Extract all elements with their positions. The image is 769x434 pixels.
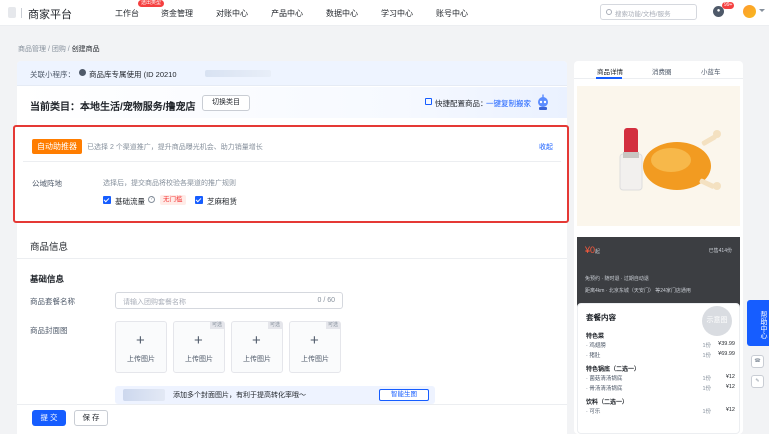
- auto-boost-tag: 自动助推器: [32, 139, 82, 154]
- tab-product-detail[interactable]: 商品详情: [597, 66, 623, 76]
- main-form: 关联小程序： 商品库专属使用 (ID 20210 当前类目：本地生活/宠物服务/…: [17, 61, 567, 434]
- package-group-title: 饮料（二选一）: [586, 400, 629, 406]
- divider: [23, 161, 561, 162]
- package-item: · 鸡翅膀 1份 ¥39.99: [586, 341, 735, 349]
- sesame-rental-label[interactable]: 芝麻租赁: [207, 196, 237, 207]
- sesame-rental-checkbox[interactable]: [195, 196, 203, 204]
- preview-store-info: 距离4km · 北京东城（天安门） 等24家门店通用: [585, 288, 691, 294]
- mobile-preview: 商品详情 消费圈 小蓝车 ¥0起 已售414份 免预约 · 随时退 · 过期自动…: [574, 61, 743, 434]
- mini-program-row: 关联小程序： 商品库专属使用 (ID 20210: [17, 61, 567, 86]
- basic-traffic-checkbox[interactable]: [103, 196, 111, 204]
- auto-boost-desc: 已选择 2 个渠道推广，提升商品曝光机会、助力销量增长: [87, 144, 263, 151]
- tab-blue-cart[interactable]: 小蓝车: [701, 66, 721, 76]
- preview-hero-image: [577, 86, 740, 226]
- preview-price: ¥0起: [585, 245, 601, 255]
- package-item: · 可乐 1份 ¥12: [586, 407, 735, 415]
- quick-config-label: 快捷配置商品：: [435, 99, 488, 108]
- current-category: 当前类目：本地生活/宠物服务/撸宠店: [30, 102, 196, 113]
- nav-learning[interactable]: 学习中心: [381, 8, 413, 19]
- top-navigation: 商家平台 工作台 透出类型 资金管理 对账中心 产品中心 数据中心 学习中心 账…: [0, 0, 769, 26]
- package-content-card: 套餐内容 示意图 特色菜 · 鸡翅膀 1份 ¥39.99 · 猪肚 1份 ¥69.99 …: [577, 303, 740, 434]
- nav-data[interactable]: 数据中心: [326, 8, 358, 19]
- mini-program-value: 商品库专属使用 (ID 20210: [89, 70, 177, 79]
- basic-traffic-label[interactable]: 基础流量: [115, 196, 145, 207]
- search-icon: [606, 9, 612, 15]
- package-group-title: 特色锅底（二选一）: [586, 367, 641, 373]
- tab-consume-circle[interactable]: 消费圈: [652, 66, 672, 76]
- package-group-title: 特色菜: [586, 334, 605, 340]
- robot-icon: [538, 94, 548, 110]
- public-channel-label: 公域阵地: [32, 179, 62, 188]
- nav-account[interactable]: 账号中心: [436, 8, 468, 19]
- package-item: · 骨汤清汤锅底 1份 ¥12: [586, 384, 735, 392]
- no-threshold-badge: 无门槛: [160, 195, 186, 205]
- auto-boost-panel: 自动助推器 已选择 2 个渠道推广，提升商品曝光机会、助力销量增长 收起 公域阵…: [13, 125, 569, 223]
- form-footer: 提 交 保 存: [17, 404, 567, 434]
- save-button[interactable]: 保 存: [74, 410, 108, 426]
- nav-product[interactable]: 产品中心: [271, 8, 303, 19]
- one-click-copy-link[interactable]: 一键复制搬家: [486, 98, 531, 109]
- nav-reconcile[interactable]: 对账中心: [216, 8, 248, 19]
- switch-category-button[interactable]: 切换类目: [202, 95, 250, 111]
- breadcrumb: 商品管理 / 团购 / 创建商品: [18, 46, 100, 53]
- chevron-down-icon[interactable]: [759, 9, 765, 12]
- collapse-link[interactable]: 收起: [539, 142, 553, 152]
- breadcrumb-item[interactable]: 团购: [52, 46, 66, 53]
- search-input[interactable]: 搜索功能/文档/服务: [600, 4, 697, 20]
- preview-tabs: 商品详情 消费圈 小蓝车: [574, 61, 743, 79]
- package-item: · 菌菇清汤锅底 1份 ¥12: [586, 374, 735, 382]
- tab-indicator: [596, 77, 622, 79]
- category-row: 当前类目：本地生活/宠物服务/撸宠店 切换类目 快捷配置商品： 一键复制搬家: [17, 87, 567, 118]
- breadcrumb-item[interactable]: 商品管理: [18, 46, 46, 53]
- help-center-button[interactable]: 帮助中心: [747, 300, 769, 346]
- nav-funds[interactable]: 资金管理: [161, 8, 193, 19]
- info-icon[interactable]: ?: [148, 196, 155, 203]
- logo-separator: [21, 8, 22, 18]
- breadcrumb-current: 创建商品: [71, 46, 100, 53]
- mini-program-label: 关联小程序：: [30, 70, 75, 79]
- search-placeholder: 搜索功能/文档/服务: [615, 11, 671, 18]
- platform-title[interactable]: 商家平台: [28, 6, 72, 22]
- mini-program-icon: [79, 69, 86, 76]
- public-channel-hint: 选择后，提交商品将校验各渠道的推广规则: [103, 180, 236, 187]
- copy-icon: [425, 98, 432, 105]
- avatar[interactable]: [743, 5, 756, 18]
- roast-chicken-illustration: [619, 128, 721, 191]
- nav-badge: 透出类型: [138, 0, 165, 7]
- logo-icon: [8, 7, 16, 18]
- notification-badge: 99+: [722, 2, 735, 9]
- nav-workbench[interactable]: 工作台: [115, 8, 139, 19]
- package-content-title: 套餐内容: [586, 313, 616, 322]
- sample-stamp: 示意图: [702, 306, 732, 336]
- headset-icon[interactable]: ☎: [751, 355, 764, 368]
- preview-service-tags: 免预约 · 随时退 · 过期自动退: [585, 276, 649, 282]
- package-item: · 猪肚 1份 ¥69.99: [586, 351, 735, 359]
- masked-id: [205, 70, 271, 77]
- preview-sold: 已售414份: [708, 248, 732, 254]
- submit-button[interactable]: 提 交: [32, 410, 66, 426]
- feedback-icon[interactable]: ✎: [751, 375, 764, 388]
